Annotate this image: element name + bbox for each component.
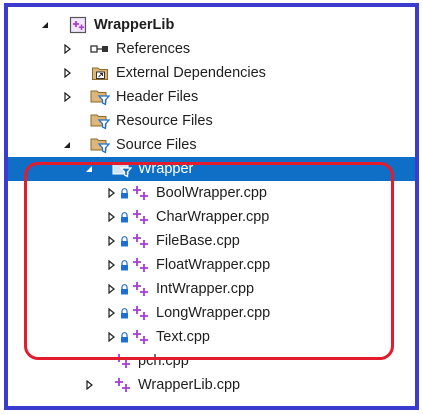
collapsed-arrow-icon[interactable] [60,37,74,61]
tree-node-label: Wrapper [138,161,194,177]
tree-node-label: Text.cpp [156,329,210,345]
tree-node-wrapper-filter[interactable]: Wrapper [8,157,415,181]
tree-node-file[interactable]: FloatWrapper.cpp [8,253,415,277]
collapsed-arrow-icon[interactable] [104,253,118,277]
expanded-arrow-icon[interactable] [60,133,74,157]
tree-node-source-files[interactable]: Source Files [8,133,415,157]
collapsed-arrow-icon[interactable] [104,277,118,301]
lock-icon [118,183,130,203]
cpp-file-icon [130,327,150,347]
filter-folder-icon [112,159,132,179]
collapsed-arrow-icon[interactable] [104,325,118,349]
tree-node-label: WrapperLib.cpp [138,377,241,393]
solution-tree: WrapperLib References External Dependenc… [8,7,415,393]
tree-node-label: FloatWrapper.cpp [156,257,271,273]
collapsed-arrow-icon[interactable] [60,85,74,109]
lock-icon [118,303,130,323]
references-icon [90,39,110,59]
tree-node-label: Header Files [116,89,199,105]
tree-node-label: References [116,41,191,57]
tree-node-file[interactable]: WrapperLib.cpp [8,373,415,397]
tree-node-file[interactable]: pch.cpp [8,349,415,373]
tree-node-resource-files[interactable]: Resource Files [8,109,415,133]
tree-node-header-files[interactable]: Header Files [8,85,415,109]
tree-node-label: IntWrapper.cpp [156,281,255,297]
cpp-file-icon [130,279,150,299]
tree-node-label: FileBase.cpp [156,233,240,249]
tree-node-file[interactable]: FileBase.cpp [8,229,415,253]
tree-node-file[interactable]: BoolWrapper.cpp [8,181,415,205]
tree-node-file[interactable]: CharWrapper.cpp [8,205,415,229]
collapsed-arrow-icon[interactable] [60,61,74,85]
tree-node-label: External Dependencies [116,65,266,81]
lock-icon [118,279,130,299]
tree-node-label: BoolWrapper.cpp [156,185,267,201]
cpp-file-icon [112,375,132,395]
collapsed-arrow-icon[interactable] [82,373,96,397]
expanded-arrow-icon[interactable] [38,13,52,37]
lock-icon [118,207,130,227]
tree-node-label: Source Files [116,137,197,153]
tree-node-external-dependencies[interactable]: External Dependencies [8,61,415,85]
tree-node-label: LongWrapper.cpp [156,305,271,321]
filter-folder-icon [90,87,110,107]
tree-node-file[interactable]: LongWrapper.cpp [8,301,415,325]
tree-node-label: pch.cpp [138,353,189,369]
tree-node-wrapperlib-project[interactable]: WrapperLib [8,13,415,37]
lock-icon [118,231,130,251]
cpp-project-icon [68,15,88,35]
lock-icon [118,255,130,275]
filter-folder-icon [90,135,110,155]
tree-node-label: Resource Files [116,113,213,129]
cpp-file-icon [130,255,150,275]
collapsed-arrow-icon[interactable] [104,205,118,229]
collapsed-arrow-icon[interactable] [104,181,118,205]
expanded-arrow-icon[interactable] [82,157,96,181]
tree-node-file[interactable]: IntWrapper.cpp [8,277,415,301]
cpp-file-icon [130,207,150,227]
cpp-file-icon [112,351,132,371]
tree-node-file[interactable]: Text.cpp [8,325,415,349]
solution-explorer-frame: WrapperLib References External Dependenc… [4,3,419,410]
collapsed-arrow-icon[interactable] [104,229,118,253]
lock-icon [118,327,130,347]
cpp-file-icon [130,183,150,203]
cpp-file-icon [130,303,150,323]
cpp-file-icon [130,231,150,251]
filter-folder-icon [90,111,110,131]
tree-node-label: WrapperLib [94,17,175,33]
external-dependencies-icon [90,63,110,83]
collapsed-arrow-icon[interactable] [104,301,118,325]
tree-node-references[interactable]: References [8,37,415,61]
tree-node-label: CharWrapper.cpp [156,209,270,225]
